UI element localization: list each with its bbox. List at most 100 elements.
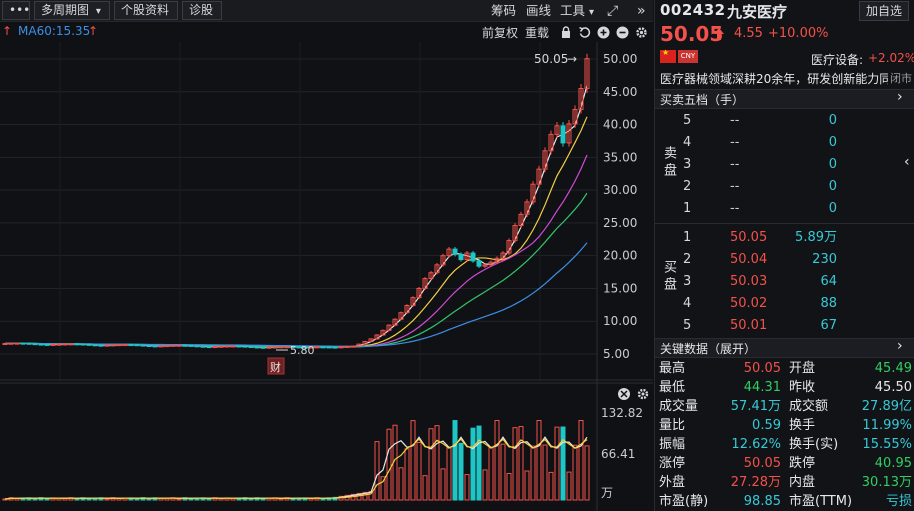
price-tick-label: 15.00 <box>603 281 637 295</box>
candle-body <box>14 342 20 345</box>
key-data-label: 成交额 <box>789 399 829 414</box>
buy-row[interactable]: 3 50.03 64 <box>655 271 905 293</box>
volume-bar <box>176 498 182 501</box>
buy-level: 1 <box>683 230 692 245</box>
up-arrow-icon: ↑ <box>2 24 13 38</box>
volume-bar <box>32 498 38 501</box>
volume-bar <box>506 472 512 501</box>
sell-row[interactable]: 3 -- 0 <box>655 154 905 176</box>
undo-icon[interactable] <box>578 26 591 39</box>
close-icon[interactable] <box>618 388 630 400</box>
restore-right-button[interactable]: 前复权 <box>482 24 518 41</box>
candle-body <box>20 342 26 345</box>
candle-body <box>140 344 146 347</box>
candle-body <box>230 345 236 348</box>
candle-body <box>260 346 266 349</box>
volume-ma-line <box>4 438 588 500</box>
volume-bar <box>572 444 578 501</box>
volume-bar <box>428 428 434 501</box>
candle-body <box>2 343 8 346</box>
key-data-label: 涨停 <box>659 456 686 471</box>
volume-bar <box>494 420 500 501</box>
stock-info-button[interactable]: 个股资料 <box>114 1 178 20</box>
price-tick-label: 5.00 <box>603 347 630 361</box>
buy-row[interactable]: 4 50.02 88 <box>655 293 905 315</box>
volume-bar <box>74 498 80 501</box>
sell-level: 5 <box>683 113 692 128</box>
chevron-right-icon[interactable]: › <box>897 89 903 105</box>
candle-body <box>80 343 86 346</box>
candle-body <box>110 344 116 347</box>
key-data-header[interactable]: 关键数据（展开） › <box>655 338 914 358</box>
sell-level: 2 <box>683 179 692 194</box>
volume-bar <box>464 474 470 501</box>
expand-icon[interactable]: ⤢ <box>607 2 618 20</box>
key-data-label: 最高 <box>659 361 686 376</box>
sell-row[interactable]: 1 -- 0 <box>655 198 905 220</box>
buy-row[interactable]: 1 50.05 5.89万 <box>655 227 905 249</box>
key-data-value: 45.49 <box>874 361 912 376</box>
candle-body <box>560 125 566 144</box>
candle-body <box>92 344 98 347</box>
diagnose-button[interactable]: 诊股 <box>182 1 222 20</box>
candle-body <box>8 342 14 345</box>
price-volume-chart[interactable]: 50.00 45.00 40.00 35.00 30.00 25.00 20.00 15.00… <box>0 42 653 511</box>
volume-bar <box>548 471 554 501</box>
candle-body <box>152 345 158 348</box>
volume-tick-label: 66.41 <box>601 447 635 461</box>
candle-body <box>188 344 194 347</box>
tools-label: 工具 <box>560 3 586 18</box>
candle-body <box>122 344 128 347</box>
ma60-arrow-icon: ↑ <box>88 24 99 38</box>
market-status: 闭市 <box>890 72 912 85</box>
volume-bar <box>458 442 464 501</box>
company-description[interactable]: 医疗器械领域深耕20余年，研发创新能力同行... <box>660 70 888 87</box>
volume-bar <box>206 498 212 501</box>
gear-icon[interactable] <box>635 26 648 39</box>
buy-level: 2 <box>683 252 692 267</box>
chevron-left-icon[interactable]: ‹ <box>904 154 910 170</box>
sell-volume: 0 <box>828 135 837 150</box>
add-watchlist-button[interactable]: 加自选 <box>859 1 909 21</box>
key-data-label: 内盘 <box>789 475 816 490</box>
chips-button[interactable]: 筹码 <box>491 2 516 20</box>
volume-bar <box>278 498 284 501</box>
orderbook-header[interactable]: 买卖五档（手） › <box>655 89 914 109</box>
candle-body <box>32 343 38 346</box>
sector-label[interactable]: 医疗设备: <box>811 51 863 68</box>
candle-body <box>56 343 62 346</box>
overlay-button[interactable]: 重载 <box>525 24 549 41</box>
ma-line <box>4 116 588 348</box>
buy-row[interactable]: 2 50.04 230 <box>655 249 905 271</box>
key-data-label: 开盘 <box>789 361 816 376</box>
price-axis: 50.00 45.00 40.00 35.00 30.00 25.00 20.00 15.00… <box>603 52 637 361</box>
draw-line-button[interactable]: 画线 <box>526 2 551 20</box>
volume-bar <box>512 427 518 501</box>
candlesticks <box>2 53 590 349</box>
minus-circle-icon[interactable] <box>616 26 629 39</box>
buy-price: 50.03 <box>730 274 768 289</box>
price-tick-label: 30.00 <box>603 183 637 197</box>
buy-row[interactable]: 5 50.01 67 <box>655 315 905 337</box>
sell-row[interactable]: 4 -- 0 <box>655 132 905 154</box>
key-data-label: 量比 <box>659 418 686 433</box>
sell-row[interactable]: 5 -- 0 <box>655 110 905 132</box>
menu-button[interactable]: ••• <box>2 1 30 20</box>
collapse-panel-icon[interactable]: » <box>637 2 646 20</box>
key-data-value: 40.95 <box>874 456 912 471</box>
period-dropdown[interactable]: 多周期图 ▾ <box>34 1 110 20</box>
candle-body <box>146 345 152 348</box>
chevron-right-icon[interactable]: › <box>897 338 903 354</box>
sell-row[interactable]: 2 -- 0 <box>655 176 905 198</box>
gear-icon[interactable] <box>637 388 649 400</box>
tools-dropdown[interactable]: 工具 ▾ <box>560 2 594 20</box>
plus-circle-icon[interactable] <box>597 26 610 39</box>
key-data-table: 最高 50.05 开盘 45.49 最低 44.31 昨收 45.50 成交量 57.41万 成交额… <box>655 359 914 511</box>
key-data-label: 跌停 <box>789 456 816 471</box>
candle-body <box>62 343 68 346</box>
key-data-value: 15.55% <box>862 437 912 452</box>
volume-tick-label: 万 <box>601 486 613 500</box>
sell-level: 1 <box>683 201 692 216</box>
lock-icon[interactable] <box>560 26 572 39</box>
sell-price: -- <box>730 113 740 128</box>
